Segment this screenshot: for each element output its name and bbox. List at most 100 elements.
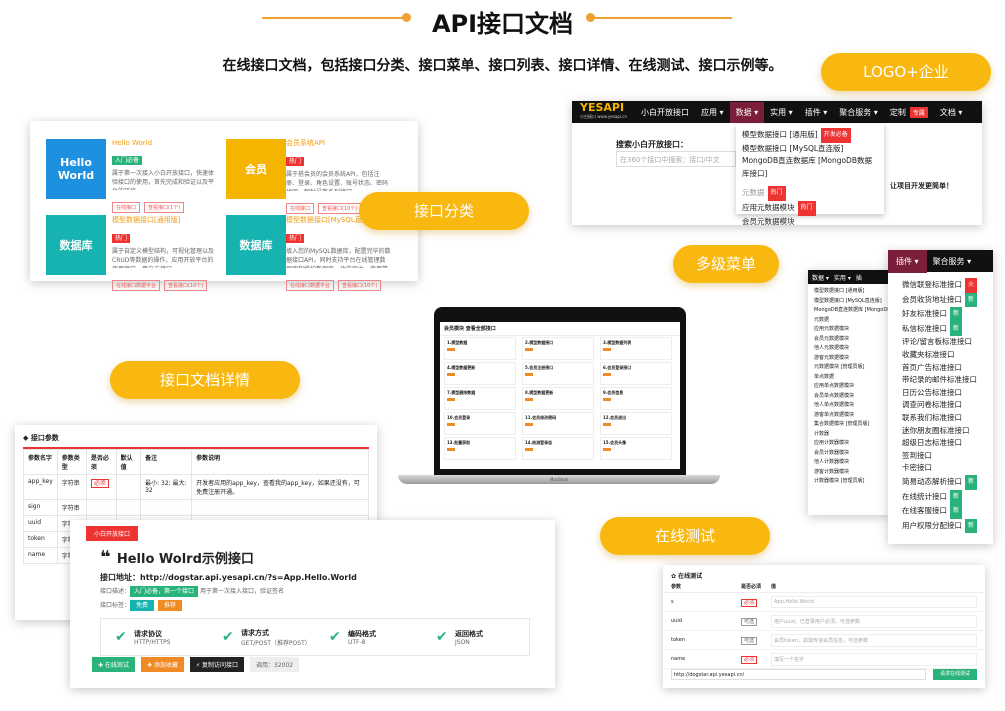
address-value[interactable]: http://dogstar.api.yesapi.cn/?s=App.Hell… [140,573,357,582]
dropdown-item[interactable]: 会员元数据模块 [742,216,878,225]
laptop-api-card[interactable]: 15.会员头像 [600,437,672,460]
back-menu-item[interactable]: 游客元数据模块 [814,354,884,364]
dropdown-item[interactable]: 应用元数据模块 热门 [742,200,878,216]
nav-item-data[interactable]: 数据 ▾ [729,101,765,123]
back-menu-item[interactable]: 应用元数据模块 [814,325,884,335]
nav-item[interactable]: 应用 ▾ [701,107,724,118]
online-api-button[interactable]: 在线接口 [112,202,141,213]
plugin-menu-item[interactable]: 调查问卷标准接口 [902,399,993,412]
laptop-api-card[interactable]: 12.会员退出 [600,412,672,435]
plugin-menu-item[interactable]: 微信联登标准接口火 [902,278,993,293]
view-api-button[interactable]: 查看接口(10个) [318,203,362,214]
category-box-member[interactable]: 会员 [226,139,286,199]
param-value-input[interactable]: App.Hello.World [771,596,977,608]
plugin-menu-item[interactable]: 私信标准接口新 [902,321,993,337]
laptop-api-card[interactable]: 3.模型数据列表 [600,337,672,360]
back-menu-item[interactable]: 会员单点数据模块 [814,392,884,402]
plugin-menu-item[interactable]: 用户权限分配接口新 [902,518,993,534]
plugin-menu-item[interactable]: 收藏夹标准接口 [902,349,993,362]
back-menu-item[interactable]: 他人元数据模块 [814,344,884,354]
back-menu-item[interactable]: 计数器 [814,430,884,440]
tag-recommend[interactable]: 推荐 [158,600,183,611]
plugin-menu-item[interactable]: 会员收货地址接口新 [902,292,993,308]
category-box-mysql[interactable]: 数据库 [226,215,286,275]
laptop-api-card[interactable]: 14.检测登录态 [522,437,594,460]
category-title[interactable]: 会员系统API [286,138,391,148]
laptop-api-card[interactable]: 10.会员登录 [444,412,516,435]
plugin-menu-item[interactable]: 带纪录的邮件标准接口 [902,374,993,387]
back-menu-item[interactable]: 计数器模块 [管理员版] [814,477,884,487]
nav-item[interactable]: 小白开放接口 [641,107,689,118]
online-api-button[interactable]: 在线接口数据平台 [112,280,161,291]
plugin-menu-item[interactable]: 卡密接口 [902,462,993,475]
plugin-menu-item[interactable]: 签到接口 [902,450,993,463]
nav-item[interactable]: 插件 ▾ [805,107,828,118]
plugin-menu-item[interactable]: 迷你朋友圈标准接口 [902,425,993,438]
favorite-button[interactable]: ✚ 添加收藏 [140,657,184,672]
back-menu-item[interactable]: 集合数据模块 [管理员版] [814,420,884,430]
online-api-button[interactable]: 在线接口数据平台 [286,280,335,291]
back-menu-item[interactable]: 他人单点数据模块 [814,401,884,411]
nav-item[interactable]: 定制 [890,107,906,118]
dropdown-item[interactable]: 模型数据接口 [MySQL直连版] [742,143,878,156]
plugin-menu-item[interactable]: 在线统计接口新 [902,489,993,505]
view-api-button[interactable]: 查看接口(10个) [164,280,208,291]
nav-item[interactable]: 插 [856,273,862,282]
category-title[interactable]: 模型数据接口[通用版] [112,215,217,225]
brand-logo[interactable]: YESAPI 小白接口 www.yesapi.cn [580,102,627,121]
category-box-hello[interactable]: Hello World [46,139,106,199]
back-menu-item[interactable]: 元数据 [814,316,884,326]
view-api-button[interactable]: 查看接口(1个) [144,202,185,213]
back-menu-item[interactable]: 应用计数器模块 [814,439,884,449]
param-value-input[interactable]: 用户uuid，已登录用户必须，可选参数 [771,614,977,628]
online-test-button[interactable]: ✚ 在线测试 [92,657,135,672]
plugin-menu-item[interactable]: 超级日志标准接口 [902,437,993,450]
laptop-api-card[interactable]: 4.模型数据更新 [444,362,516,385]
back-menu-item[interactable]: 他人计数器模块 [814,458,884,468]
copy-url-button[interactable]: ⚡ 复制访问接口 [189,657,244,672]
nav-item[interactable]: 聚合服务 ▾ [839,107,878,118]
dropdown-item[interactable]: 模型数据接口 [通用版] 开发必备 [742,128,878,143]
nav-item-aggregate[interactable]: 聚合服务 ▾ [933,256,972,267]
category-box-model[interactable]: 数据库 [46,215,106,275]
back-menu-item[interactable]: 单点数据 [814,373,884,383]
laptop-api-card[interactable]: 1.模型数据 [444,337,516,360]
test-submit-button[interactable]: 请求在线测试 [933,669,977,680]
laptop-api-card[interactable]: 2.模型数据接口 [522,337,594,360]
back-menu-item[interactable]: 模型数据接口 [MySQL直连版] [814,297,884,307]
param-value-input[interactable]: 会员token，如需传递会员信息，可选参数 [771,633,977,647]
nav-item[interactable]: 实用 ▾ [834,273,851,282]
category-title[interactable]: Hello World [112,139,217,147]
nav-item[interactable]: 文档 ▾ [940,107,963,118]
laptop-api-card[interactable]: 13.批量获取 [444,437,516,460]
view-api-button[interactable]: 查看接口(10个) [338,280,382,291]
param-value-input[interactable]: 填写一个名字 [771,652,977,666]
plugin-menu-item[interactable]: 在线客服接口新 [902,504,993,519]
plugin-menu-item[interactable]: 首页广告标准接口 [902,362,993,375]
back-menu-item[interactable]: 会员元数据模块 [814,335,884,345]
laptop-api-card[interactable]: 5.会员注册接口 [522,362,594,385]
back-menu-item[interactable]: MongoDB直连数据库 [MongoDB [814,306,890,316]
laptop-api-card[interactable]: 8.模型数据更新 [522,387,594,410]
laptop-api-card[interactable]: 11.会员修改密码 [522,412,594,435]
back-menu-item[interactable]: 元数据模块 [管理员版] [814,363,884,373]
nav-item-plugin[interactable]: 插件 ▾ [888,250,927,273]
plugin-menu-item[interactable]: 好友标准接口新 [902,307,993,322]
online-api-button[interactable]: 在线接口 [286,203,315,214]
back-menu-item[interactable]: 模型数据接口 [通用版] [814,287,884,297]
laptop-api-card[interactable]: 6.会员登录接口 [600,362,672,385]
plugin-menu-item[interactable]: 简易动态解析接口新 [902,474,993,490]
test-url-input[interactable]: http://dogstar.api.yesapi.cn/ [671,669,926,680]
nav-item[interactable]: 数据 ▾ [812,273,829,282]
plugin-menu-item[interactable]: 评论/留言板标准接口 [902,336,993,349]
laptop-api-card[interactable]: 9.会员信息 [600,387,672,410]
back-menu-item[interactable]: 游客计数器模块 [814,468,884,478]
plugin-menu-item[interactable]: 联系我们标准接口 [902,412,993,425]
search-input[interactable]: 在360个接口中搜索：接口/中文 [616,151,736,167]
back-menu-item[interactable]: 应用单点数据模块 [814,382,884,392]
dropdown-item[interactable]: MongoDB直连数据库 [MongoDB数据库接口] [742,155,878,180]
nav-item[interactable]: 实用 ▾ [770,107,793,118]
plugin-menu-item[interactable]: 日历公告标准接口 [902,387,993,400]
tag-free[interactable]: 免费 [130,600,155,611]
laptop-api-card[interactable]: 7.模型删除数据 [444,387,516,410]
